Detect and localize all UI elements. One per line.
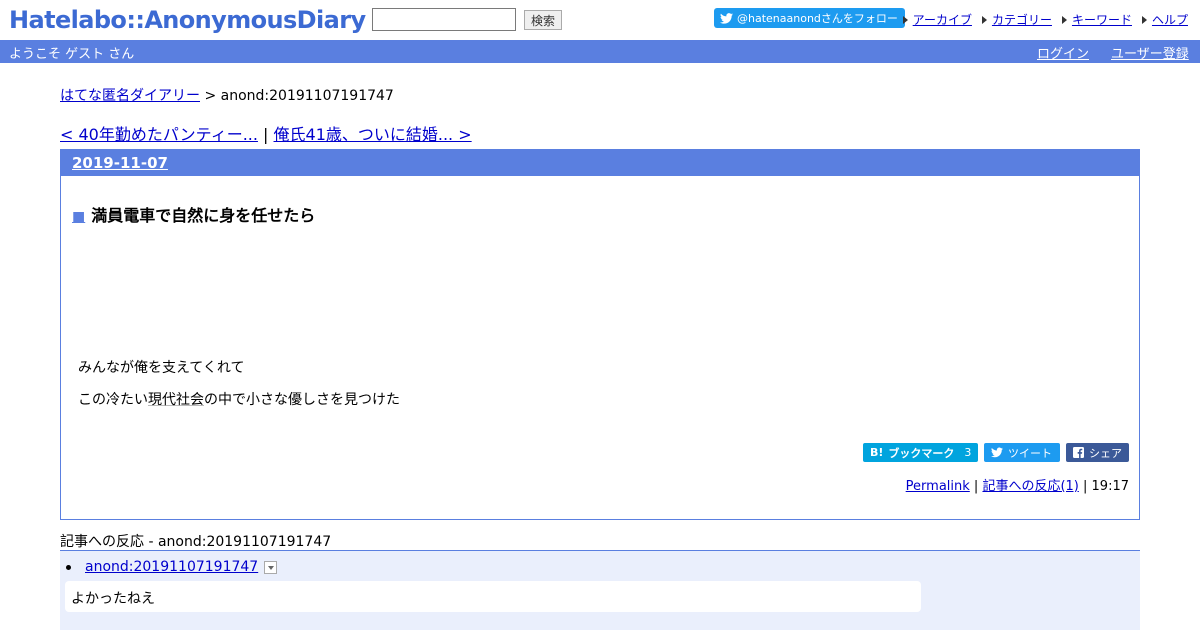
hatena-bookmark-label: ブックマーク <box>888 446 955 460</box>
day-section: 2019-11-07 ■ 満員電車で自然に身を任せたら みんなが俺を支えてくれて … <box>60 149 1140 520</box>
breadcrumb-home[interactable]: はてな匿名ダイアリー <box>60 88 200 104</box>
twitter-follow-button[interactable]: @hatenaanondさんをフォロー <box>714 8 905 28</box>
login-link[interactable]: ログイン <box>1037 43 1089 62</box>
reactions-section: anond:20191107191747 よかったねえ <box>60 550 1140 630</box>
bullet-icon <box>66 564 71 570</box>
keyword-link[interactable]: 現代社会 <box>148 392 204 408</box>
share-label: シェア <box>1089 446 1122 460</box>
twitter-bird-icon <box>720 12 733 24</box>
search-button[interactable]: 検索 <box>524 10 562 30</box>
nav-keyword-link[interactable]: キーワード <box>1072 11 1132 28</box>
nav-archive-link[interactable]: アーカイブ <box>913 11 972 28</box>
dropdown-toggle-icon[interactable] <box>264 560 278 574</box>
entry-time: 19:17 <box>1091 479 1129 494</box>
prev-entry-link[interactable]: < 40年勤めたパンティー... <box>60 125 258 144</box>
top-nav: アーカイブ カテゴリー キーワード ヘルプ <box>902 11 1188 28</box>
entry-permalink-square-icon[interactable]: ■ <box>72 209 85 225</box>
breadcrumb: はてな匿名ダイアリー > anond:20191107191747 <box>60 85 394 105</box>
reaction-body: よかったねえ <box>65 581 921 612</box>
hatena-bookmark-button[interactable]: B! ブックマーク 3 <box>863 443 978 462</box>
nav-help[interactable]: ヘルプ <box>1141 11 1188 28</box>
nav-category[interactable]: カテゴリー <box>981 11 1052 28</box>
entry-pager: < 40年勤めたパンティー... | 俺氏41歳、ついに結婚... > <box>60 121 472 145</box>
welcome-text: ようこそ ゲスト さん <box>9 47 135 62</box>
arrow-right-icon <box>981 15 987 24</box>
arrow-right-icon <box>1141 15 1147 24</box>
reaction-entry-link[interactable]: anond:20191107191747 <box>85 559 258 575</box>
nav-archive[interactable]: アーカイブ <box>902 11 972 28</box>
pager-sep: | <box>257 125 274 144</box>
follow-label: @hatenaanondさんをフォロー <box>737 12 898 25</box>
next-entry-link[interactable]: 俺氏41歳、ついに結婚... > <box>274 125 472 144</box>
nav-keyword[interactable]: キーワード <box>1061 11 1132 28</box>
footer-sep: | <box>969 479 983 494</box>
list-item: anond:20191107191747 <box>65 559 278 575</box>
site-logo[interactable]: Hatelabo::AnonymousDiary <box>9 6 366 34</box>
body-text: の中で小さな優しさを見つけた <box>204 392 400 408</box>
entry-body-line: みんなが俺を支えてくれて <box>78 360 245 376</box>
facebook-icon <box>1073 447 1084 458</box>
footer-sep: | <box>1078 479 1092 494</box>
search-input[interactable] <box>372 8 516 31</box>
tweet-button[interactable]: ツイート <box>984 443 1060 462</box>
breadcrumb-current: anond:20191107191747 <box>220 88 394 104</box>
breadcrumb-sep: > <box>200 88 221 104</box>
hatena-bookmark-icon: B! <box>870 446 884 459</box>
entry-body-line: この冷たい現代社会の中で小さな優しさを見つけた <box>78 389 400 409</box>
entry-title: ■ 満員電車で自然に身を任せたら <box>72 202 315 226</box>
body-text: この冷たい <box>78 392 148 408</box>
day-header: 2019-11-07 <box>61 150 1139 176</box>
reactions-heading: 記事への反応 - anond:20191107191747 <box>60 534 332 550</box>
user-bar: ようこそ ゲスト さん ログイン ユーザー登録 <box>0 40 1200 63</box>
day-date-link[interactable]: 2019-11-07 <box>72 154 168 172</box>
twitter-bird-icon <box>991 447 1003 458</box>
nav-help-link[interactable]: ヘルプ <box>1152 11 1188 28</box>
reactions-link[interactable]: 記事への反応(1) <box>982 479 1078 494</box>
tweet-label: ツイート <box>1008 446 1052 460</box>
arrow-right-icon <box>902 15 908 24</box>
facebook-share-button[interactable]: シェア <box>1066 443 1129 462</box>
arrow-right-icon <box>1061 15 1067 24</box>
register-link[interactable]: ユーザー登録 <box>1111 43 1189 62</box>
entry-footer: Permalink | 記事への反応(1) | 19:17 <box>906 475 1129 494</box>
bookmark-count: 3 <box>964 446 972 459</box>
nav-category-link[interactable]: カテゴリー <box>992 11 1052 28</box>
permalink[interactable]: Permalink <box>906 479 970 494</box>
entry-title-text: 満員電車で自然に身を任せたら <box>91 206 316 225</box>
site-header: Hatelabo::AnonymousDiary 検索 @hatenaanond… <box>0 0 1200 40</box>
